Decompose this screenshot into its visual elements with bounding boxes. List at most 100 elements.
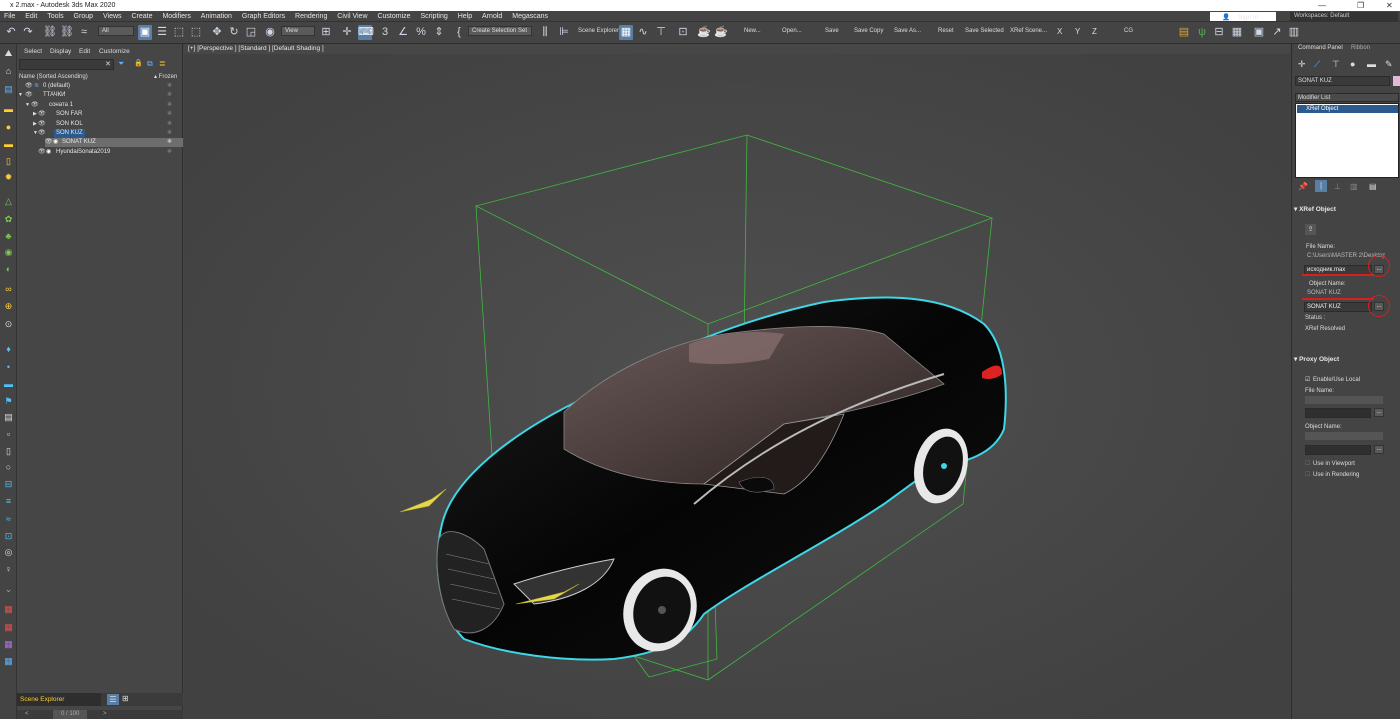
edit-named-sets-icon[interactable]: { xyxy=(452,25,466,40)
save-button[interactable]: Save xyxy=(825,28,839,34)
rotate-icon[interactable]: ↻ xyxy=(227,25,241,40)
named-selection-dropdown[interactable]: Create Selection Set xyxy=(468,26,532,36)
proxy-object-rollout[interactable]: ▾ Proxy Object xyxy=(1294,354,1399,365)
light-icon[interactable]: ▯ xyxy=(3,156,14,167)
toggle-ribbon-icon[interactable]: ⊟ xyxy=(1212,25,1226,40)
proxy-browse-object-button[interactable]: ... xyxy=(1374,445,1384,454)
maximize-button[interactable]: ❐ xyxy=(1357,0,1364,11)
explorer-name-dropdown[interactable]: Scene Explorer xyxy=(17,693,101,706)
menu-group[interactable]: Group xyxy=(70,11,97,22)
column-frozen[interactable]: ▴ Frozen xyxy=(154,73,177,82)
nurbs-icon[interactable]: ◐ xyxy=(3,264,14,275)
menu-animation[interactable]: Animation xyxy=(197,11,236,22)
time-slider[interactable]: < 0 / 100 > xyxy=(17,710,183,719)
menu-rendering[interactable]: Rendering xyxy=(291,11,331,22)
sign-in-dropdown[interactable]: 👤 Sign In xyxy=(1210,12,1276,21)
shape-icon[interactable]: ▬ xyxy=(3,139,14,150)
snap-toggle-icon[interactable]: 3 xyxy=(378,25,392,40)
enable-local-checkbox[interactable]: ☑ xyxy=(1305,376,1310,383)
frame-icon[interactable]: ⊡ xyxy=(3,531,14,542)
render-icon[interactable]: ☕ xyxy=(714,25,728,40)
grid-red-icon[interactable]: ▦ xyxy=(3,604,14,615)
freeze-icon[interactable]: ❄ xyxy=(167,138,172,147)
tree-row[interactable]: 👁 ◉ HyundaiSonata2019 ❄ xyxy=(17,148,183,157)
select-object-icon[interactable]: ▣ xyxy=(138,25,152,40)
square-icon[interactable]: ▫ xyxy=(3,429,14,440)
bind-spacewarp-icon[interactable]: ≈ xyxy=(77,25,91,40)
eye-icon[interactable]: 👁 xyxy=(38,110,46,119)
tab-ribbon[interactable]: Ribbon xyxy=(1351,45,1370,51)
expand-arrow-icon[interactable]: ▶ xyxy=(33,120,37,129)
eye-icon[interactable]: ◎ xyxy=(3,547,14,558)
close-button[interactable]: ✕ xyxy=(1386,0,1393,11)
move-icon[interactable]: ✥ xyxy=(210,25,224,40)
cg-button[interactable]: CG xyxy=(1124,28,1133,34)
lock-icon[interactable]: 🔒 xyxy=(134,59,143,67)
geometry-icon[interactable]: △ xyxy=(3,196,14,207)
pin-icon[interactable]: ♦ xyxy=(3,344,14,355)
freeze-icon[interactable]: ❄ xyxy=(167,129,172,138)
freeze-icon[interactable]: ❄ xyxy=(167,101,172,110)
menu-scripting[interactable]: Scripting xyxy=(417,11,452,22)
clear-search-icon[interactable]: ✕ xyxy=(105,60,111,68)
freeze-icon[interactable]: ❄ xyxy=(167,91,172,100)
projects-icon[interactable]: ▣ xyxy=(1252,25,1266,40)
xref-scene-button[interactable]: XRef Scene... xyxy=(1010,28,1047,34)
eye-icon[interactable]: 👁 xyxy=(45,138,53,147)
split-icon[interactable]: ⊟ xyxy=(3,479,14,490)
display-icon[interactable]: ▤ xyxy=(3,84,14,95)
patch-icon[interactable]: ◉ xyxy=(3,247,14,258)
tree-row[interactable]: 👁 ≋ 0 (default) ❄ xyxy=(17,82,183,91)
eye-icon[interactable]: 👁 xyxy=(38,120,46,129)
eye-icon[interactable]: 👁 xyxy=(25,82,33,91)
utility-icon[interactable]: ⊙ xyxy=(3,319,14,330)
layer-sort-icon[interactable]: ☰ xyxy=(107,694,119,705)
proxy-browse-file-button[interactable]: ... xyxy=(1374,408,1384,417)
percent-snap-icon[interactable]: % xyxy=(414,25,428,40)
freeze-icon[interactable]: ❄ xyxy=(167,110,172,119)
rect-selection-icon[interactable]: ⬚ xyxy=(172,25,186,40)
stack-item-xref-object[interactable]: XRef Object xyxy=(1297,105,1398,113)
undo-icon[interactable]: ↶ xyxy=(4,25,18,40)
script-icon[interactable]: ▤ xyxy=(1177,25,1191,40)
menu-create[interactable]: Create xyxy=(127,11,156,22)
use-rendering-checkbox[interactable]: ☐ xyxy=(1305,471,1310,478)
spinner-snap-icon[interactable]: ⇕ xyxy=(432,25,446,40)
menu-arnold[interactable]: Arnold xyxy=(478,11,506,22)
tree-row[interactable]: ▶ 👁 SON FAR ❄ xyxy=(17,110,183,119)
table-purple-icon[interactable]: ▦ xyxy=(3,639,14,650)
axis-z-button[interactable]: Z xyxy=(1092,27,1097,36)
system-icon[interactable]: ⊕ xyxy=(3,301,14,312)
prev-frame-icon[interactable]: < xyxy=(25,710,29,719)
menu-modifiers[interactable]: Modifiers xyxy=(158,11,194,22)
hierarchy-tab-icon[interactable]: ⊤ xyxy=(1332,59,1340,70)
table-blue-icon[interactable]: ▦ xyxy=(3,656,14,667)
tab-customize[interactable]: Customize xyxy=(99,48,130,55)
selection-filter-dropdown[interactable]: All xyxy=(98,26,134,36)
doc-icon[interactable]: ▯ xyxy=(3,446,14,457)
axis-y-button[interactable]: Y xyxy=(1075,27,1080,36)
menu-edit[interactable]: Edit xyxy=(21,11,41,22)
spacewarp-icon[interactable]: ∞ xyxy=(3,284,14,295)
angle-snap-icon[interactable]: ∠ xyxy=(396,25,410,40)
collapse-arrow-icon[interactable]: ▼ xyxy=(25,101,30,110)
save-as-button[interactable]: Save As... xyxy=(894,28,921,34)
expand-arrow-icon[interactable]: ▶ xyxy=(33,110,37,119)
schematic-view-icon[interactable]: ⊤ xyxy=(654,25,668,40)
object-color-swatch[interactable] xyxy=(1393,76,1400,86)
tree-row[interactable]: ▼ 👁 ТТАЧКИ ❄ xyxy=(17,91,183,100)
dot-icon[interactable]: • xyxy=(3,362,14,373)
display-tab-icon[interactable]: ▬ xyxy=(1367,59,1376,69)
helper-icon[interactable]: ✹ xyxy=(3,172,14,183)
flag-icon[interactable]: ⚑ xyxy=(3,396,14,407)
folder-icon[interactable]: ▬ xyxy=(3,104,14,115)
list-icon[interactable]: ≡ xyxy=(3,496,14,507)
align-icon[interactable]: ⊫ xyxy=(557,25,571,40)
use-viewport-checkbox[interactable]: ☐ xyxy=(1305,460,1310,467)
placement-icon[interactable]: ◉ xyxy=(263,25,277,40)
tab-select[interactable]: Select xyxy=(24,48,42,55)
layer-explorer-icon[interactable]: ▦ xyxy=(619,25,633,40)
proxy-file-field[interactable] xyxy=(1305,408,1371,418)
object-name-field[interactable]: SONAT KUZ xyxy=(1295,76,1390,86)
modify-tab-icon[interactable]: ⟋ xyxy=(1314,59,1320,70)
